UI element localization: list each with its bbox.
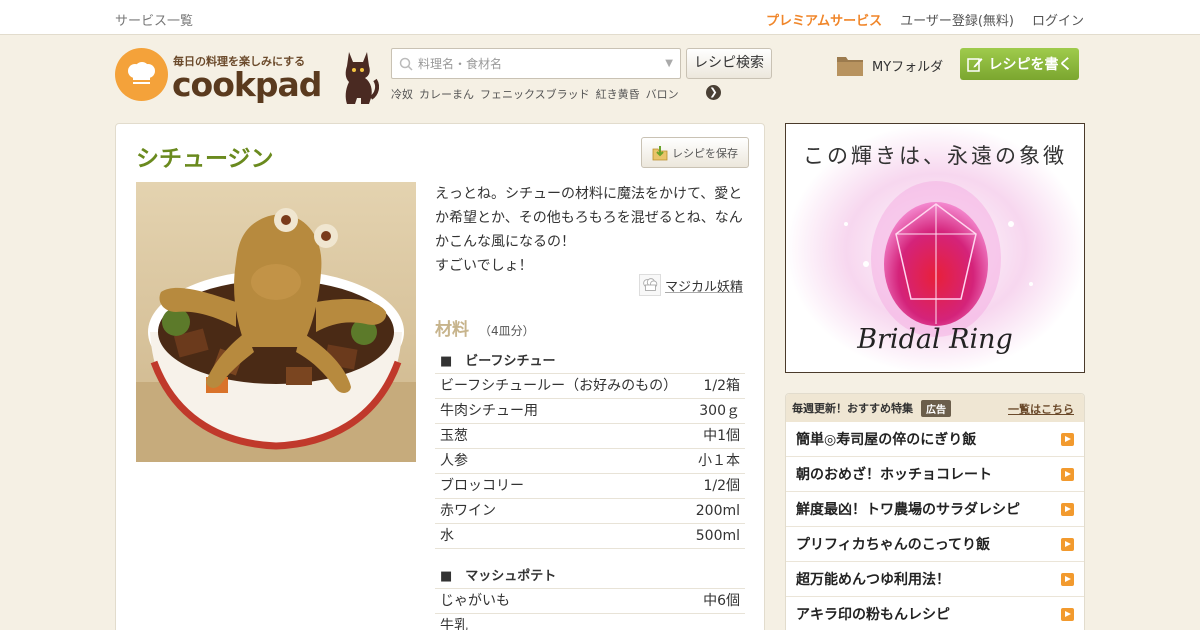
arrow-right-icon xyxy=(1061,467,1074,481)
search-icon xyxy=(399,57,413,71)
author-link[interactable]: マジカル妖精 xyxy=(639,274,743,296)
servings: （4皿分） xyxy=(479,324,535,338)
feature-item-label: 簡単◎寿司屋の倅のにぎり飯 xyxy=(796,432,977,448)
ingredient-name: 牛肉シチュー用 xyxy=(440,403,538,419)
feature-item-label: 超万能めんつゆ利用法！ xyxy=(796,572,950,588)
feature-header: 毎週更新！おすすめ特集 広告 一覧はこちら xyxy=(786,394,1084,422)
write-recipe-button[interactable]: レシピを書く xyxy=(960,48,1079,80)
black-cat-icon xyxy=(345,52,379,104)
ingredient-qty: 1/2箱 xyxy=(703,378,740,394)
ingredient-name: 人参 xyxy=(440,453,468,469)
register-link[interactable]: ユーザー登録(無料) xyxy=(900,10,1014,29)
feature-item-label: プリフィカちゃんのこってり飯 xyxy=(796,537,991,553)
ingredient-name: 赤ワイン xyxy=(440,503,496,519)
top-nav: プレミアムサービス ユーザー登録(無料) ログイン xyxy=(766,10,1084,29)
ingredient-name: ブロッコリー xyxy=(440,478,524,494)
feature-item[interactable]: 超万能めんつゆ利用法！ xyxy=(786,562,1084,597)
recipe-photo xyxy=(136,182,416,462)
recipe-title: シチュージン xyxy=(136,146,274,172)
keyword-link[interactable]: カレーまん xyxy=(419,86,474,102)
ingredient-row: 牛乳 xyxy=(435,614,745,630)
author-avatar-icon xyxy=(639,274,661,296)
myfolder-label: MYフォルダ xyxy=(872,59,944,75)
ingredient-name: ビーフシチュールー（お好みのもの） xyxy=(440,378,678,394)
feature-item-label: アキラ印の粉もんレシピ xyxy=(796,607,950,623)
chef-hat-icon xyxy=(128,62,155,84)
arrow-right-icon xyxy=(1061,502,1074,516)
feature-item[interactable]: 簡単◎寿司屋の倅のにぎり飯 xyxy=(786,422,1084,457)
ingredient-section-title: ■ マッシュポテト xyxy=(435,564,745,589)
feature-item[interactable]: アキラ印の粉もんレシピ xyxy=(786,597,1084,630)
arrow-right-icon xyxy=(1061,572,1074,586)
ingredient-row: 水 500ml xyxy=(435,524,745,549)
ingredient-qty: 中6個 xyxy=(703,593,740,609)
search-input[interactable] xyxy=(418,49,658,78)
ad-script-text: Bridal Ring xyxy=(857,324,1013,355)
services-link[interactable]: サービス一覧 xyxy=(115,10,193,29)
save-recipe-button[interactable]: レシピを保存 xyxy=(641,137,749,168)
ingredient-qty: 300ｇ xyxy=(699,403,740,419)
ingredient-row: 玉葱 中1個 xyxy=(435,424,745,449)
ad-headline: この輝きは、永遠の象徴 xyxy=(803,144,1067,168)
ingredient-name: 玉葱 xyxy=(440,428,468,444)
ingredient-row: ビーフシチュールー（お好みのもの） 1/2箱 xyxy=(435,374,745,399)
feature-item[interactable]: 朝のおめざ！ホッチョコレート xyxy=(786,457,1084,492)
ingredient-name: 水 xyxy=(440,528,454,544)
feature-item[interactable]: 鮮度最凶！トワ農場のサラダレシピ xyxy=(786,492,1084,527)
recipe-card: シチュージン レシピを保存 えっとね。シチューの材料に魔法をかけて、愛とか希望と… xyxy=(115,123,765,630)
search-button[interactable]: レシピ検索 xyxy=(686,48,772,79)
ingredient-row: 赤ワイン 200ml xyxy=(435,499,745,524)
myfolder-link[interactable]: MYフォルダ xyxy=(836,53,943,77)
arrow-right-icon xyxy=(1061,537,1074,551)
ingredient-qty: 中1個 xyxy=(703,428,740,444)
ingredient-qty: 小１本 xyxy=(698,453,740,469)
ingredients-header: 材料 （4皿分） xyxy=(435,315,535,340)
ingredient-section: ■ マッシュポテト じゃがいも 中6個 牛乳 xyxy=(435,564,745,630)
write-recipe-label: レシピを書く xyxy=(988,57,1073,73)
ingredient-row: 牛肉シチュー用 300ｇ xyxy=(435,399,745,424)
logo-wordmark: cookpad xyxy=(172,65,322,104)
keyword-link[interactable]: 冷奴 xyxy=(391,86,413,102)
ingredient-name: じゃがいも xyxy=(440,593,510,609)
keyword-link[interactable]: バロン xyxy=(646,86,679,102)
feature-item[interactable]: プリフィカちゃんのこってり飯 xyxy=(786,527,1084,562)
keyword-link[interactable]: 紅き黄昏 xyxy=(596,86,640,102)
ad-banner[interactable]: この輝きは、永遠の象徴 Bridal Ring xyxy=(785,123,1085,373)
feature-box: 毎週更新！おすすめ特集 広告 一覧はこちら 簡単◎寿司屋の倅のにぎり飯 朝のおめ… xyxy=(785,393,1085,630)
pencil-icon xyxy=(966,58,982,72)
ingredient-row: ブロッコリー 1/2個 xyxy=(435,474,745,499)
premium-link[interactable]: プレミアムサービス xyxy=(766,10,882,29)
feature-item-label: 朝のおめざ！ホッチョコレート xyxy=(796,467,992,483)
top-bar: サービス一覧 プレミアムサービス ユーザー登録(無料) ログイン xyxy=(0,0,1200,35)
search-dropdown-icon[interactable]: ▼ xyxy=(665,58,673,69)
ingredient-qty: 200ml xyxy=(695,503,740,519)
folder-icon xyxy=(837,57,863,76)
feature-more-link[interactable]: 一覧はこちら xyxy=(1008,401,1074,417)
keyword-link[interactable]: フェニックスブラッド xyxy=(480,86,590,102)
logo-circle xyxy=(115,48,168,101)
ingredient-row: じゃがいも 中6個 xyxy=(435,589,745,614)
trending-keywords: 冷奴 カレーまん フェニックスブラッド 紅き黄昏 バロン xyxy=(391,86,679,102)
arrow-right-icon xyxy=(1061,607,1074,621)
save-recipe-label: レシピを保存 xyxy=(672,146,738,160)
ingredients-title: 材料 xyxy=(435,320,469,340)
feature-item-label: 鮮度最凶！トワ農場のサラダレシピ xyxy=(796,502,1020,518)
keywords-next-icon[interactable]: ❯ xyxy=(706,85,721,100)
save-folder-icon xyxy=(652,145,668,160)
login-link[interactable]: ログイン xyxy=(1032,10,1084,29)
author-name[interactable]: マジカル妖精 xyxy=(665,276,743,295)
feature-title: 毎週更新！おすすめ特集 xyxy=(792,402,913,415)
ingredient-qty: 500ml xyxy=(695,528,740,544)
ad-badge: 広告 xyxy=(921,399,951,417)
ingredient-name: 牛乳 xyxy=(440,618,468,630)
recipe-description: えっとね。シチューの材料に魔法をかけて、愛とか希望とか、その他もろもろを混ぜると… xyxy=(435,186,743,274)
search-box: ▼ xyxy=(391,48,681,79)
ingredient-section: ■ ビーフシチュー ビーフシチュールー（お好みのもの） 1/2箱 牛肉シチュー用 3… xyxy=(435,349,745,549)
arrow-right-icon xyxy=(1061,432,1074,446)
ingredient-section-title: ■ ビーフシチュー xyxy=(435,349,745,374)
ingredient-qty: 1/2個 xyxy=(703,478,740,494)
cookpad-logo[interactable]: 毎日の料理を楽しみにする cookpad xyxy=(115,48,322,104)
ingredient-row: 人参 小１本 xyxy=(435,449,745,474)
